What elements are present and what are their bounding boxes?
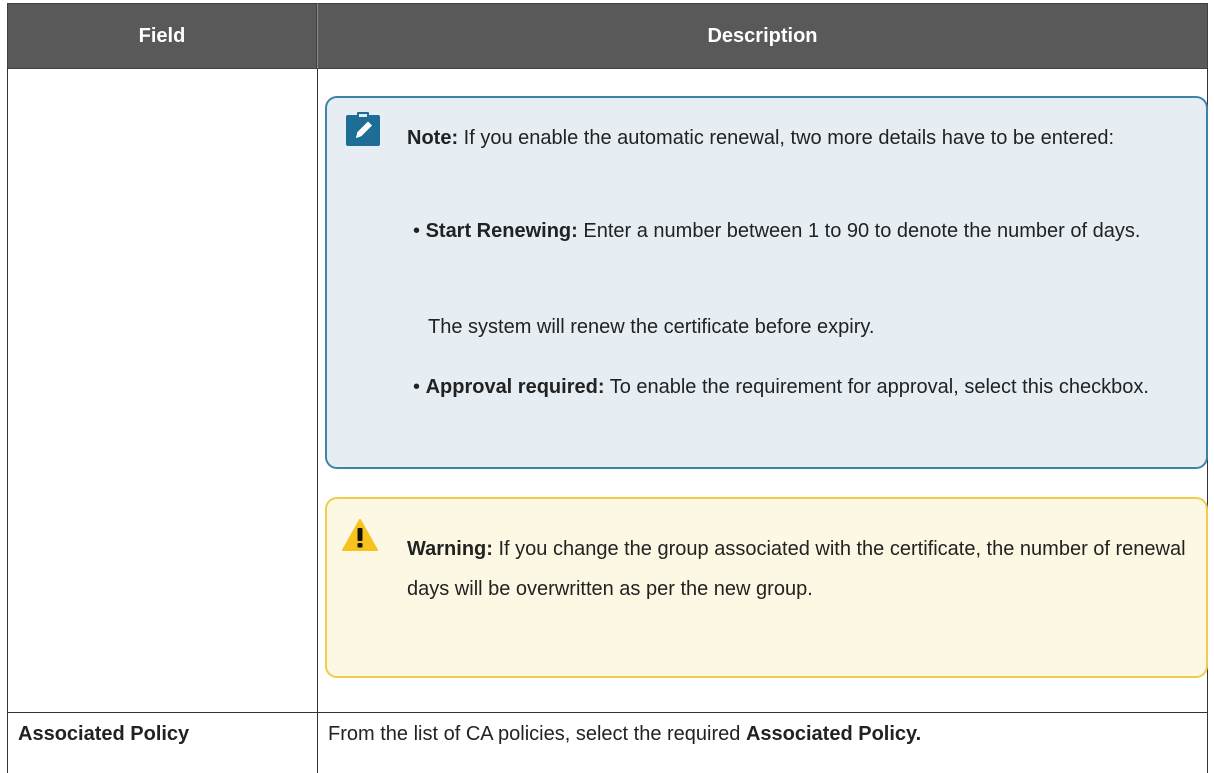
note-label: Note:	[407, 127, 459, 149]
list-item: • Approval required: To enable the requi…	[413, 376, 1149, 398]
warning-label: Warning:	[407, 538, 493, 560]
table-border-left	[7, 69, 8, 773]
description-bold: Associated Policy.	[745, 723, 922, 745]
pencil-note-icon	[346, 112, 380, 146]
description-text: From the list of CA policies, select the…	[328, 723, 741, 745]
column-divider	[317, 69, 318, 773]
warning-paragraph: Warning: If you change the group associa…	[407, 529, 1187, 609]
approval-required-label: Approval required:	[425, 376, 605, 398]
start-renewing-text: Enter a number between 1 to 90 to denote…	[583, 220, 1141, 242]
row-divider	[7, 712, 1208, 713]
approval-required-text: To enable the requirement for approval, …	[609, 376, 1149, 398]
list-item: • Start Renewing: Enter a number between…	[413, 220, 1141, 242]
note-text: If you enable the automatic renewal, two…	[463, 127, 1115, 149]
note-callout: Note: If you enable the automatic renewa…	[325, 96, 1208, 469]
note-paragraph: Note: If you enable the automatic renewa…	[407, 118, 1187, 158]
start-renewing-label: Start Renewing:	[425, 220, 578, 242]
field-associated-policy: Associated Policy	[18, 722, 189, 746]
header-field: Field	[7, 3, 317, 69]
warning-text: If you change the group associated with …	[407, 538, 1186, 600]
description-associated-policy: From the list of CA policies, select the…	[328, 722, 921, 746]
field-name: Associated Policy	[18, 723, 190, 745]
field-description-table: Field Description Note: If you enable th…	[0, 0, 1214, 773]
start-renewing-subtext: The system will renew the certificate be…	[428, 316, 875, 338]
warning-callout: Warning: If you change the group associa…	[325, 497, 1208, 678]
exclamation-triangle-icon	[342, 519, 378, 551]
header-description: Description	[317, 3, 1208, 69]
